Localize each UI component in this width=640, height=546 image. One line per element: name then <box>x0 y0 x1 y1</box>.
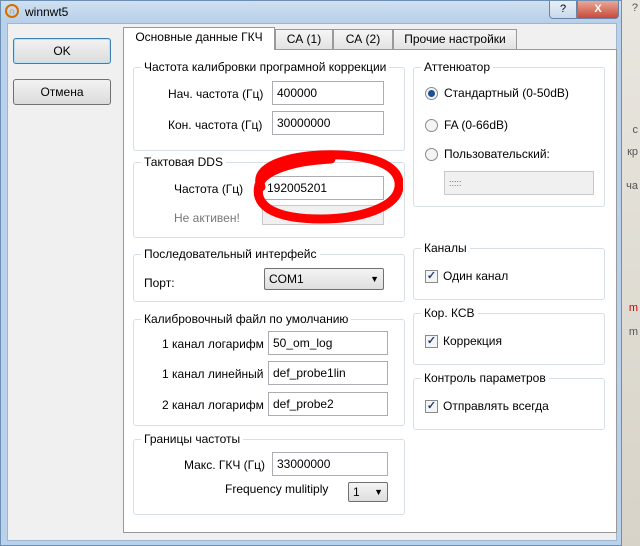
serial-group: Последовательный интерфейс Порт: COM1 ▼ <box>133 247 405 302</box>
bg-mark: ? <box>631 2 638 14</box>
frequency-multiply-value: 1 <box>353 485 360 499</box>
port-label: Порт: <box>144 276 175 290</box>
start-frequency-input[interactable]: 400000 <box>272 81 384 105</box>
start-frequency-label: Нач. частота (Гц) <box>168 87 264 101</box>
end-frequency-input[interactable]: 30000000 <box>272 111 384 135</box>
calib-file-group-title: Калибровочный файл по умолчанию <box>141 312 352 326</box>
max-frequency-input[interactable]: 33000000 <box>272 452 388 476</box>
frequency-multiply-select[interactable]: 1 ▼ <box>348 482 388 502</box>
send-always-checkbox[interactable]: ✓ <box>425 400 438 413</box>
attenuator-custom-label: Пользовательский: <box>444 147 550 161</box>
attenuator-fa-radio[interactable] <box>425 119 438 132</box>
ch1-lin-label: 1 канал линейный <box>162 367 264 381</box>
red-circle-stroke <box>253 150 403 224</box>
ch1-log-input[interactable]: 50_om_log <box>268 331 388 355</box>
attenuator-standard-label: Стандартный (0-50dB) <box>444 86 569 100</box>
help-button[interactable]: ? <box>549 1 577 19</box>
serial-group-title: Последовательный интерфейс <box>141 247 320 261</box>
correction-checkbox[interactable]: ✓ <box>425 335 438 348</box>
bg-mark: кр <box>627 146 638 158</box>
freq-limits-group-title: Границы частоты <box>141 432 244 446</box>
dds-frequency-label: Частота (Гц) <box>174 182 244 196</box>
frequency-multiply-label: Frequency mulitiply <box>225 482 329 496</box>
vswr-group: Кор. КСВ ✓ Коррекция <box>413 306 605 365</box>
calibration-group: Частота калибровки програмной коррекции … <box>133 60 405 151</box>
params-group-title: Контроль параметров <box>421 371 549 385</box>
params-group: Контроль параметров ✓ Отправлять всегда <box>413 371 605 430</box>
send-always-label: Отправлять всегда <box>443 399 549 413</box>
ch2-log-label: 2 канал логарифм <box>162 398 264 412</box>
tab-sa-2[interactable]: СА (2) <box>333 29 393 49</box>
chevron-down-icon: ▼ <box>374 487 383 497</box>
bg-mark: с <box>632 124 639 136</box>
tab-other-settings[interactable]: Прочие настройки <box>393 29 517 49</box>
freq-limits-group: Границы частоты Макс. ГКЧ (Гц) 33000000 … <box>133 432 405 515</box>
tab-panel: Частота калибровки програмной коррекции … <box>123 49 617 533</box>
settings-dialog: ∩ winnwt5 ? X OK Отмена Основные данные … <box>0 0 622 546</box>
attenuator-fa-label: FA (0-66dB) <box>444 118 509 132</box>
one-channel-label: Один канал <box>443 269 509 283</box>
channels-group: Каналы ✓ Один канал <box>413 241 605 300</box>
ok-button[interactable]: OK <box>13 38 111 64</box>
dds-group-title: Тактовая DDS <box>141 155 226 169</box>
bg-mark: m <box>628 326 638 338</box>
app-icon: ∩ <box>5 4 19 18</box>
title-bar[interactable]: ∩ winnwt5 <box>1 1 621 23</box>
red-circle-annotation <box>253 150 403 224</box>
vswr-group-title: Кор. КСВ <box>421 306 478 320</box>
window-title: winnwt5 <box>25 5 69 19</box>
tab-main-data[interactable]: Основные данные ГКЧ <box>123 27 275 50</box>
ch2-log-input[interactable]: def_probe2 <box>268 392 388 416</box>
calibration-group-title: Частота калибровки програмной коррекции <box>141 60 390 74</box>
cancel-button[interactable]: Отмена <box>13 79 111 105</box>
dds-inactive-label: Не активен! <box>174 211 240 225</box>
one-channel-checkbox[interactable]: ✓ <box>425 270 438 283</box>
radio-selected-dot <box>428 90 435 97</box>
attenuator-group-title: Аттенюатор <box>421 60 494 74</box>
attenuator-custom-input: ::::: <box>444 171 594 195</box>
bg-mark: m <box>628 302 638 314</box>
close-button[interactable]: X <box>577 1 619 19</box>
channels-group-title: Каналы <box>421 241 470 255</box>
attenuator-standard-radio[interactable] <box>425 87 438 100</box>
ch1-log-label: 1 канал логарифм <box>162 337 264 351</box>
correction-label: Коррекция <box>443 334 503 348</box>
ch1-lin-input[interactable]: def_probe1lin <box>268 361 388 385</box>
port-select[interactable]: COM1 ▼ <box>264 268 384 290</box>
end-frequency-label: Кон. частота (Гц) <box>168 118 263 132</box>
calib-file-group: Калибровочный файл по умолчанию 1 канал … <box>133 312 405 426</box>
tab-sa-1[interactable]: СА (1) <box>275 29 333 49</box>
port-select-value: COM1 <box>269 272 304 286</box>
attenuator-custom-radio[interactable] <box>425 148 438 161</box>
attenuator-group: Аттенюатор Стандартный (0-50dB) FA (0-66… <box>413 60 605 207</box>
background-window-strip: ? с кр ча m m <box>620 0 640 546</box>
max-frequency-label: Макс. ГКЧ (Гц) <box>184 458 266 472</box>
chevron-down-icon: ▼ <box>370 274 379 284</box>
bg-mark: ча <box>626 180 638 192</box>
